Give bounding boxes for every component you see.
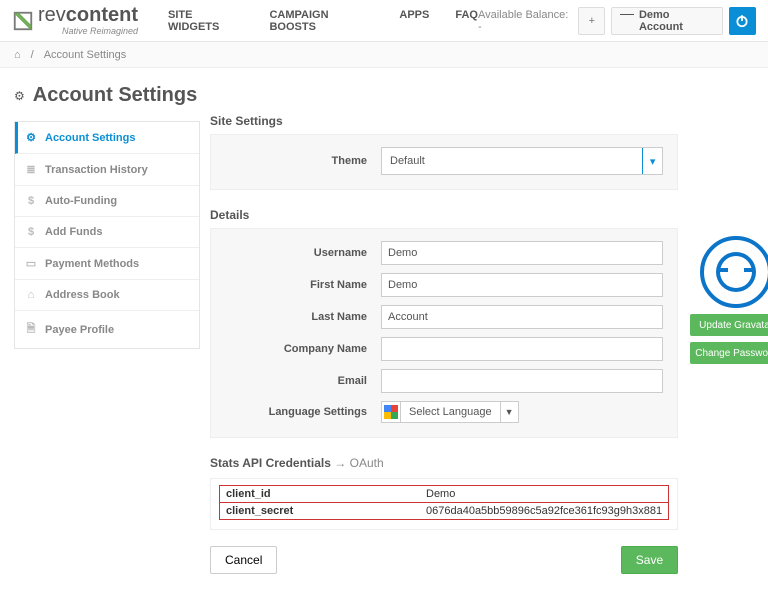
breadcrumb-current: Account Settings [44,49,127,61]
sidebar-item-auto-funding[interactable]: $Auto-Funding [15,186,199,217]
language-select[interactable]: Select Language ▼ [381,401,519,423]
nav-site-widgets[interactable]: SITE WIDGETS [168,9,243,33]
main-nav: SITE WIDGETS CAMPAIGN BOOSTS APPS FAQ [168,9,478,33]
nav-faq[interactable]: FAQ [455,9,478,33]
email-label: Email [225,375,381,387]
add-balance-button[interactable]: + [578,7,605,35]
card-icon: ▭ [25,257,37,270]
update-gravatar-button[interactable]: Update Gravatar [690,314,768,336]
api-client-id-row: client_id Demo [219,485,669,503]
side-menu: ⚙Account Settings ≣Transaction History $… [14,121,200,349]
company-input[interactable] [381,337,663,361]
theme-value: Default [390,155,425,167]
account-name: Demo Account [639,9,714,33]
change-password-button[interactable]: Change Password [690,342,768,364]
dollar-icon: $ [25,195,37,207]
client-id-label: client_id [220,486,420,502]
sidebar-item-address-book[interactable]: ⌂Address Book [15,280,199,311]
client-id-value: Demo [420,486,461,502]
avatar [700,236,768,308]
email-input[interactable] [381,369,663,393]
sidebar-item-add-funds[interactable]: $Add Funds [15,217,199,248]
logout-button[interactable] [729,7,756,35]
google-translate-icon [382,402,400,422]
details-panel: Username First Name Last Name Company Na… [210,228,678,438]
account-menu-button[interactable]: Demo Account [611,7,722,35]
username-input[interactable] [381,241,663,265]
site-settings-title: Site Settings [210,114,678,128]
gear-icon: ⚙ [25,131,37,144]
topbar: revcontent Native Reimagined SITE WIDGET… [0,0,768,42]
firstname-input[interactable] [381,273,663,297]
page-title: Account Settings [33,84,197,107]
site-settings-panel: Theme Default ▾ [210,134,678,190]
nav-campaign-boosts[interactable]: CAMPAIGN BOOSTS [269,9,373,33]
lastname-input[interactable] [381,305,663,329]
sidebar-item-payee-profile[interactable]: 🗎Payee Profile [15,311,199,348]
client-secret-value: 0676da40a5bb59896c5a92fce361fc93g9h3x881 [420,503,668,519]
username-label: Username [225,247,381,259]
chevron-down-icon: ▼ [500,402,518,422]
logo[interactable]: revcontent Native Reimagined [12,5,138,36]
logo-content-text: content [66,4,138,26]
chevron-down-icon: ▾ [642,148,662,174]
client-secret-label: client_secret [220,503,420,519]
list-icon: ≣ [25,163,37,176]
save-button[interactable]: Save [621,546,678,574]
details-title: Details [210,208,678,222]
lastname-label: Last Name [225,311,381,323]
gear-icon: ⚙ [14,89,25,103]
cancel-button[interactable]: Cancel [210,546,277,574]
firstname-label: First Name [225,279,381,291]
company-label: Company Name [225,343,381,355]
balance-label[interactable]: Available Balance: - [478,9,572,33]
sidebar-item-payment-methods[interactable]: ▭Payment Methods [15,248,199,280]
logo-rev-text: rev [38,4,66,26]
nav-apps[interactable]: APPS [399,9,429,33]
breadcrumb-sep: / [31,49,34,61]
logo-subtitle: Native Reimagined [38,27,138,36]
sidebar-item-account-settings[interactable]: ⚙Account Settings [15,122,199,154]
theme-label: Theme [225,155,381,167]
home-icon: ⌂ [25,289,37,301]
dollar-icon: $ [25,226,37,238]
language-value: Select Language [400,402,500,422]
api-title: Stats API Credentials → OAuth [210,456,678,470]
api-panel: client_id Demo client_secret 0676da40a5b… [210,478,678,530]
language-label: Language Settings [225,406,381,418]
breadcrumb: ⌂ / Account Settings [0,42,768,68]
sidebar-item-transaction-history[interactable]: ≣Transaction History [15,154,199,186]
theme-select[interactable]: Default ▾ [381,147,663,175]
api-client-secret-row: client_secret 0676da40a5bb59896c5a92fce3… [219,502,669,520]
home-icon[interactable]: ⌂ [14,49,21,61]
file-icon: 🗎 [25,320,37,339]
